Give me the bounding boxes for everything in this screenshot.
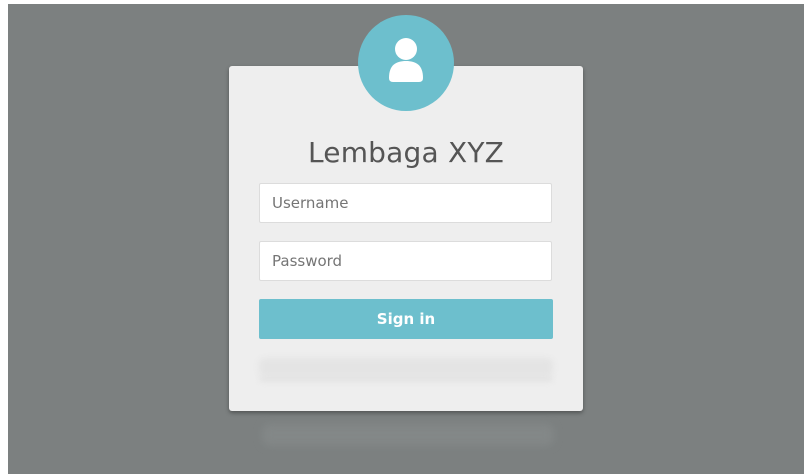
blurred-region xyxy=(262,424,554,446)
avatar xyxy=(358,15,454,111)
login-card: Lembaga XYZ Sign in xyxy=(229,66,583,411)
password-input[interactable] xyxy=(259,241,552,281)
blurred-region xyxy=(259,358,553,376)
page-title: Lembaga XYZ xyxy=(307,136,505,169)
sign-in-button[interactable]: Sign in xyxy=(259,299,553,339)
blurred-region xyxy=(259,376,553,382)
user-icon xyxy=(389,38,423,82)
username-input[interactable] xyxy=(259,183,552,223)
page-background: Lembaga XYZ Sign in xyxy=(8,4,804,474)
